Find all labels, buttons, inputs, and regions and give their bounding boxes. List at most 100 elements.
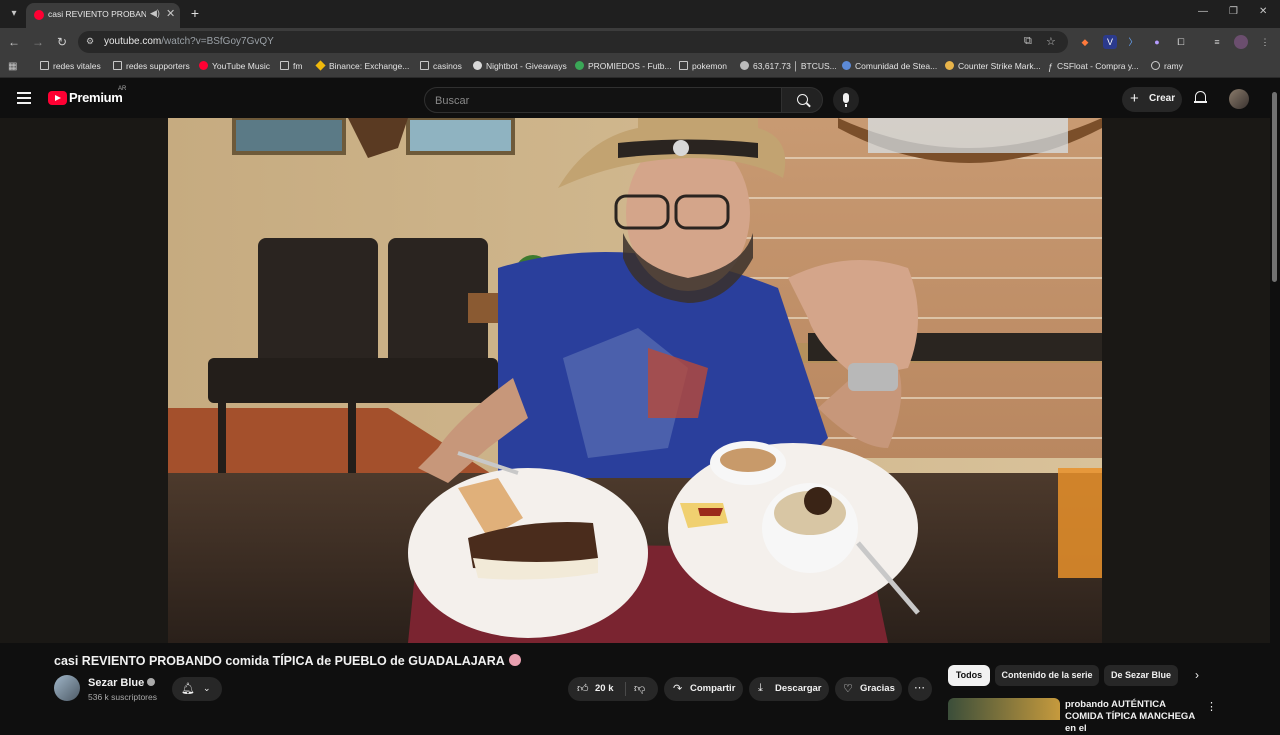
scrollbar-thumb[interactable] [1272, 92, 1277, 282]
subscription-notifications-button[interactable]: 🔔︎ ⌄ [172, 677, 222, 701]
bookmarks-bar: ▦ redes vitales redes supporters YouTube… [0, 56, 1280, 78]
dislike-icon[interactable]: 👎︎ [634, 682, 645, 695]
account-avatar[interactable] [1229, 89, 1249, 109]
folder-icon [113, 61, 122, 70]
folder-icon [420, 61, 429, 70]
bookmark-counter-strike-market[interactable]: Counter Strike Mark... [945, 61, 1041, 71]
binance-icon [315, 60, 326, 71]
extension-purple-icon[interactable]: ● [1150, 35, 1164, 49]
bookmark-csfloat[interactable]: ƒ CSFloat - Compra y... [1048, 61, 1139, 72]
csfloat-icon: ƒ [1048, 62, 1054, 72]
page-scrollbar[interactable] [1270, 78, 1280, 720]
bookmark-steam[interactable]: Comunidad de Stea... [842, 61, 937, 71]
search-input[interactable]: Buscar [424, 87, 782, 113]
guide-menu-icon[interactable] [17, 92, 31, 104]
bookmark-redes-vitales[interactable]: redes vitales [40, 61, 101, 71]
thanks-button[interactable]: ♡ Gracias [835, 677, 902, 701]
search-placeholder: Buscar [435, 95, 470, 107]
notifications-bell-icon[interactable] [1194, 91, 1207, 105]
chip-from-channel[interactable]: De Sezar Blue [1104, 665, 1178, 686]
browser-toolbar: ← → ↻ ⚙ youtube.com/watch?v=BSfGoy7GvQY … [0, 28, 1280, 56]
microphone-icon [843, 93, 849, 107]
subscriber-count: 536 k suscriptores [88, 692, 157, 702]
tab-search-icon[interactable]: ▾ [6, 6, 22, 22]
search-button[interactable] [781, 87, 823, 113]
like-divider [625, 682, 626, 696]
new-tab-button[interactable]: + [186, 5, 204, 23]
like-icon[interactable]: 👍︎ [577, 682, 589, 695]
reload-icon[interactable]: ↻ [54, 34, 70, 50]
super-thanks-icon: ♡ [843, 683, 853, 695]
bell-icon: 🔔︎ [181, 683, 195, 695]
chrome-menu-icon[interactable]: ⋮ [1258, 35, 1272, 49]
video-player[interactable] [168, 118, 1102, 643]
more-actions-button[interactable]: ⋯ [908, 677, 932, 701]
back-icon[interactable]: ← [6, 34, 22, 50]
tab-audio-icon[interactable]: ◀) [150, 8, 160, 19]
bookmark-pokemon[interactable]: pokemon [679, 61, 727, 71]
extension-shield-icon[interactable]: V [1103, 35, 1117, 49]
profile-avatar-icon[interactable] [1234, 35, 1248, 49]
video-title: casi REVIENTO PROBANDO comida TÍPICA de … [54, 654, 521, 668]
create-button[interactable]: + Crear [1122, 87, 1182, 112]
more-vertical-icon[interactable]: ⋮ [1206, 700, 1217, 713]
region-code: AR [118, 86, 127, 92]
nightbot-icon [473, 61, 482, 70]
chevron-down-icon: ⌄ [203, 683, 211, 693]
promiedos-icon [575, 61, 584, 70]
youtube-play-icon [48, 91, 67, 105]
channel-name[interactable]: Sezar Blue [88, 677, 156, 689]
bookmark-nightbot[interactable]: Nightbot - Giveaways [473, 61, 567, 71]
cast-icon[interactable]: ⧉ [1024, 35, 1032, 48]
channel-avatar[interactable] [54, 675, 80, 701]
extension-fox-icon[interactable]: ◆ [1078, 35, 1092, 49]
close-window-icon[interactable]: ✕ [1259, 6, 1267, 17]
folder-icon [40, 61, 49, 70]
url-text[interactable]: youtube.com/watch?v=BSfGoy7GvQY [104, 36, 274, 47]
tab-close-icon[interactable]: ✕ [166, 7, 175, 20]
download-icon: ⤓ [758, 682, 763, 694]
youtube-music-icon [199, 61, 208, 70]
bookmark-redes-supporters[interactable]: redes supporters [113, 61, 190, 71]
more-horizontal-icon: ⋯ [914, 682, 925, 694]
bookmark-youtube-music[interactable]: YouTube Music [199, 61, 270, 71]
voice-search-button[interactable] [833, 87, 859, 113]
verified-badge-icon [147, 678, 156, 686]
recommendation-title[interactable]: probando AUTÉNTICA COMIDA TÍPICA MANCHEG… [1065, 699, 1200, 735]
apps-grid-icon[interactable]: ▦ [8, 61, 17, 72]
address-bar[interactable]: ⚙ youtube.com/watch?v=BSfGoy7GvQY ⧉ ☆ [78, 31, 1068, 53]
tradingview-icon [740, 61, 749, 70]
chip-series-content[interactable]: Contenido de la serie [995, 665, 1099, 686]
restore-icon[interactable]: ❐ [1229, 6, 1238, 17]
youtube-masthead: Premium AR Buscar + Crear [0, 78, 1280, 118]
video-player-area [0, 118, 1270, 643]
extension-wave-icon[interactable]: 〉 [1126, 35, 1140, 49]
youtube-favicon-icon [34, 10, 44, 20]
bookmark-casinos[interactable]: casinos [420, 61, 462, 71]
media-controls-icon[interactable]: ≡ [1210, 35, 1224, 49]
active-tab[interactable]: casi REVIENTO PROBANDO ◀) ✕ [26, 3, 180, 28]
bookmark-binance[interactable]: Binance: Exchange... [315, 60, 409, 71]
video-frame-image [168, 118, 1102, 643]
chevron-right-icon[interactable]: › [1195, 668, 1199, 682]
bookmark-promiedos[interactable]: PROMIEDOS - Futb... [575, 61, 672, 71]
share-button[interactable]: ↷ Compartir [664, 677, 743, 701]
folder-icon [679, 61, 688, 70]
chip-todos[interactable]: Todos [948, 665, 990, 686]
browser-tab-strip: ▾ casi REVIENTO PROBANDO ◀) ✕ + — ❐ ✕ [0, 0, 1280, 28]
globe-icon [1151, 61, 1160, 70]
steam-icon [842, 61, 851, 70]
bookmark-fm[interactable]: fm [280, 61, 302, 71]
download-button[interactable]: ⤓ Descargar [749, 677, 829, 701]
bookmark-ramy[interactable]: ramy [1151, 61, 1183, 71]
csmarket-icon [945, 61, 954, 70]
site-info-icon[interactable]: ⚙ [86, 36, 98, 48]
minimize-icon[interactable]: — [1198, 6, 1208, 17]
bookmark-star-icon[interactable]: ☆ [1046, 35, 1056, 48]
like-count[interactable]: 20 k [595, 683, 614, 694]
extensions-puzzle-icon[interactable]: ⧠ [1174, 35, 1188, 49]
bookmark-btcusd[interactable]: 63,617.73 │ BTCUS... [740, 61, 837, 71]
search-icon [797, 94, 808, 105]
forward-icon[interactable]: → [30, 34, 46, 50]
recommendation-thumbnail[interactable] [948, 698, 1060, 720]
